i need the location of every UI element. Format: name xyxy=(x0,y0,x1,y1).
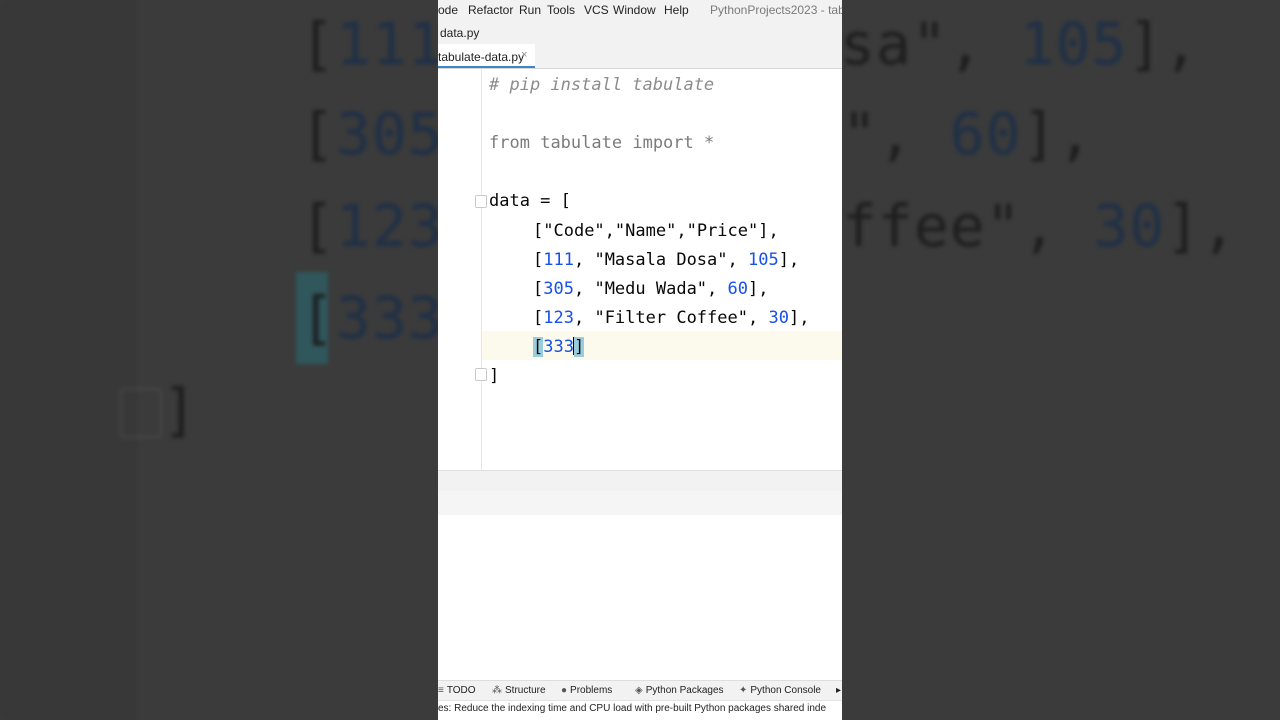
code-line-3: from tabulate import * xyxy=(489,133,715,153)
menu-item-vcs[interactable]: VCS xyxy=(584,3,609,17)
background-line-3: [123 xyxy=(300,192,444,260)
code-line-closing: ] xyxy=(489,366,500,386)
line-gutter[interactable] xyxy=(438,69,482,470)
close-icon[interactable]: × xyxy=(521,49,527,61)
tab-label: tabulate-data.py xyxy=(438,50,525,64)
tool-window-python-packages[interactable]: ◈ Python Packages xyxy=(635,685,724,696)
background-line-2: [305 xyxy=(300,100,444,168)
tool-window-todo[interactable]: ≡ TODO xyxy=(438,685,476,696)
comment-text: # pip install tabulate xyxy=(489,75,715,95)
background-line-1: [111 xyxy=(300,10,444,78)
menu-item-refactor[interactable]: Refactor xyxy=(468,3,513,17)
menu-bar: ode Refactor Run Tools VCS Window Help P… xyxy=(438,0,842,20)
editor-tab-bar: tabulate-data.py × xyxy=(438,44,842,69)
code-line-row-4: [333] xyxy=(533,337,585,357)
bracket-match-open: [ xyxy=(533,337,544,357)
code-line-row-1: [111, "Masala Dosa", 105], xyxy=(533,250,800,270)
bracket-match-close: ] xyxy=(573,337,585,357)
fold-icon[interactable] xyxy=(475,195,487,208)
code-line-1: # pip install tabulate xyxy=(489,75,714,95)
tool-window-structure[interactable]: ⁂ Structure xyxy=(492,685,546,696)
unfold-icon[interactable] xyxy=(475,368,487,381)
tool-panel-body xyxy=(438,515,842,680)
tool-window-problems[interactable]: ● Problems xyxy=(561,685,612,696)
status-message[interactable]: es: Reduce the indexing time and CPU loa… xyxy=(438,703,826,714)
code-line-header-row: ["Code","Name","Price"], xyxy=(533,221,779,241)
menu-item-window[interactable]: Window xyxy=(613,3,656,17)
code-line-5: data = [ xyxy=(489,191,571,211)
packages-icon: ◈ xyxy=(635,685,643,696)
background-line-4: [333 xyxy=(300,284,444,352)
background-gutter xyxy=(0,0,141,720)
structure-icon: ⁂ xyxy=(492,685,502,696)
tab-tabulate-data[interactable]: tabulate-data.py × xyxy=(438,44,535,68)
code-line-row-3: [123, "Filter Coffee", 30], xyxy=(533,308,810,328)
todo-icon: ≡ xyxy=(438,685,444,696)
background-line-2-tail: ", 60], xyxy=(842,100,1094,168)
background-fold-icon xyxy=(120,388,162,438)
code-editor[interactable]: # pip install tabulate from tabulate imp… xyxy=(438,69,842,470)
tool-panel-header xyxy=(438,491,842,516)
window-title: PythonProjects2023 - tabula xyxy=(710,3,842,17)
background-line-3-tail: ffee", 30], xyxy=(842,192,1238,260)
breadcrumb-file[interactable]: data.py xyxy=(440,26,479,40)
status-bar: es: Reduce the indexing time and CPU loa… xyxy=(438,700,842,717)
code-line-row-2: [305, "Medu Wada", 60], xyxy=(533,279,769,299)
menu-item-help[interactable]: Help xyxy=(664,3,689,17)
console-icon: ✦ xyxy=(739,685,748,696)
tool-window-bar: ≡ TODO ⁂ Structure ● Problems ◈ Python Packa… xyxy=(438,680,842,701)
background-line-1-tail: sa", 105], xyxy=(840,10,1200,78)
more-tools-icon[interactable]: ▸ xyxy=(836,685,841,696)
menu-item-run[interactable]: Run xyxy=(519,3,541,17)
horizontal-scrollbar[interactable] xyxy=(438,470,842,491)
menu-item-tools[interactable]: Tools xyxy=(547,3,575,17)
background-closing-bracket: ] xyxy=(162,376,198,444)
problems-icon: ● xyxy=(561,685,568,696)
tool-window-python-console[interactable]: ✦ Python Console xyxy=(739,685,821,696)
menu-item-code[interactable]: ode xyxy=(438,3,458,17)
ide-window: ode Refactor Run Tools VCS Window Help P… xyxy=(438,0,842,720)
breadcrumb: data.py xyxy=(438,20,842,44)
